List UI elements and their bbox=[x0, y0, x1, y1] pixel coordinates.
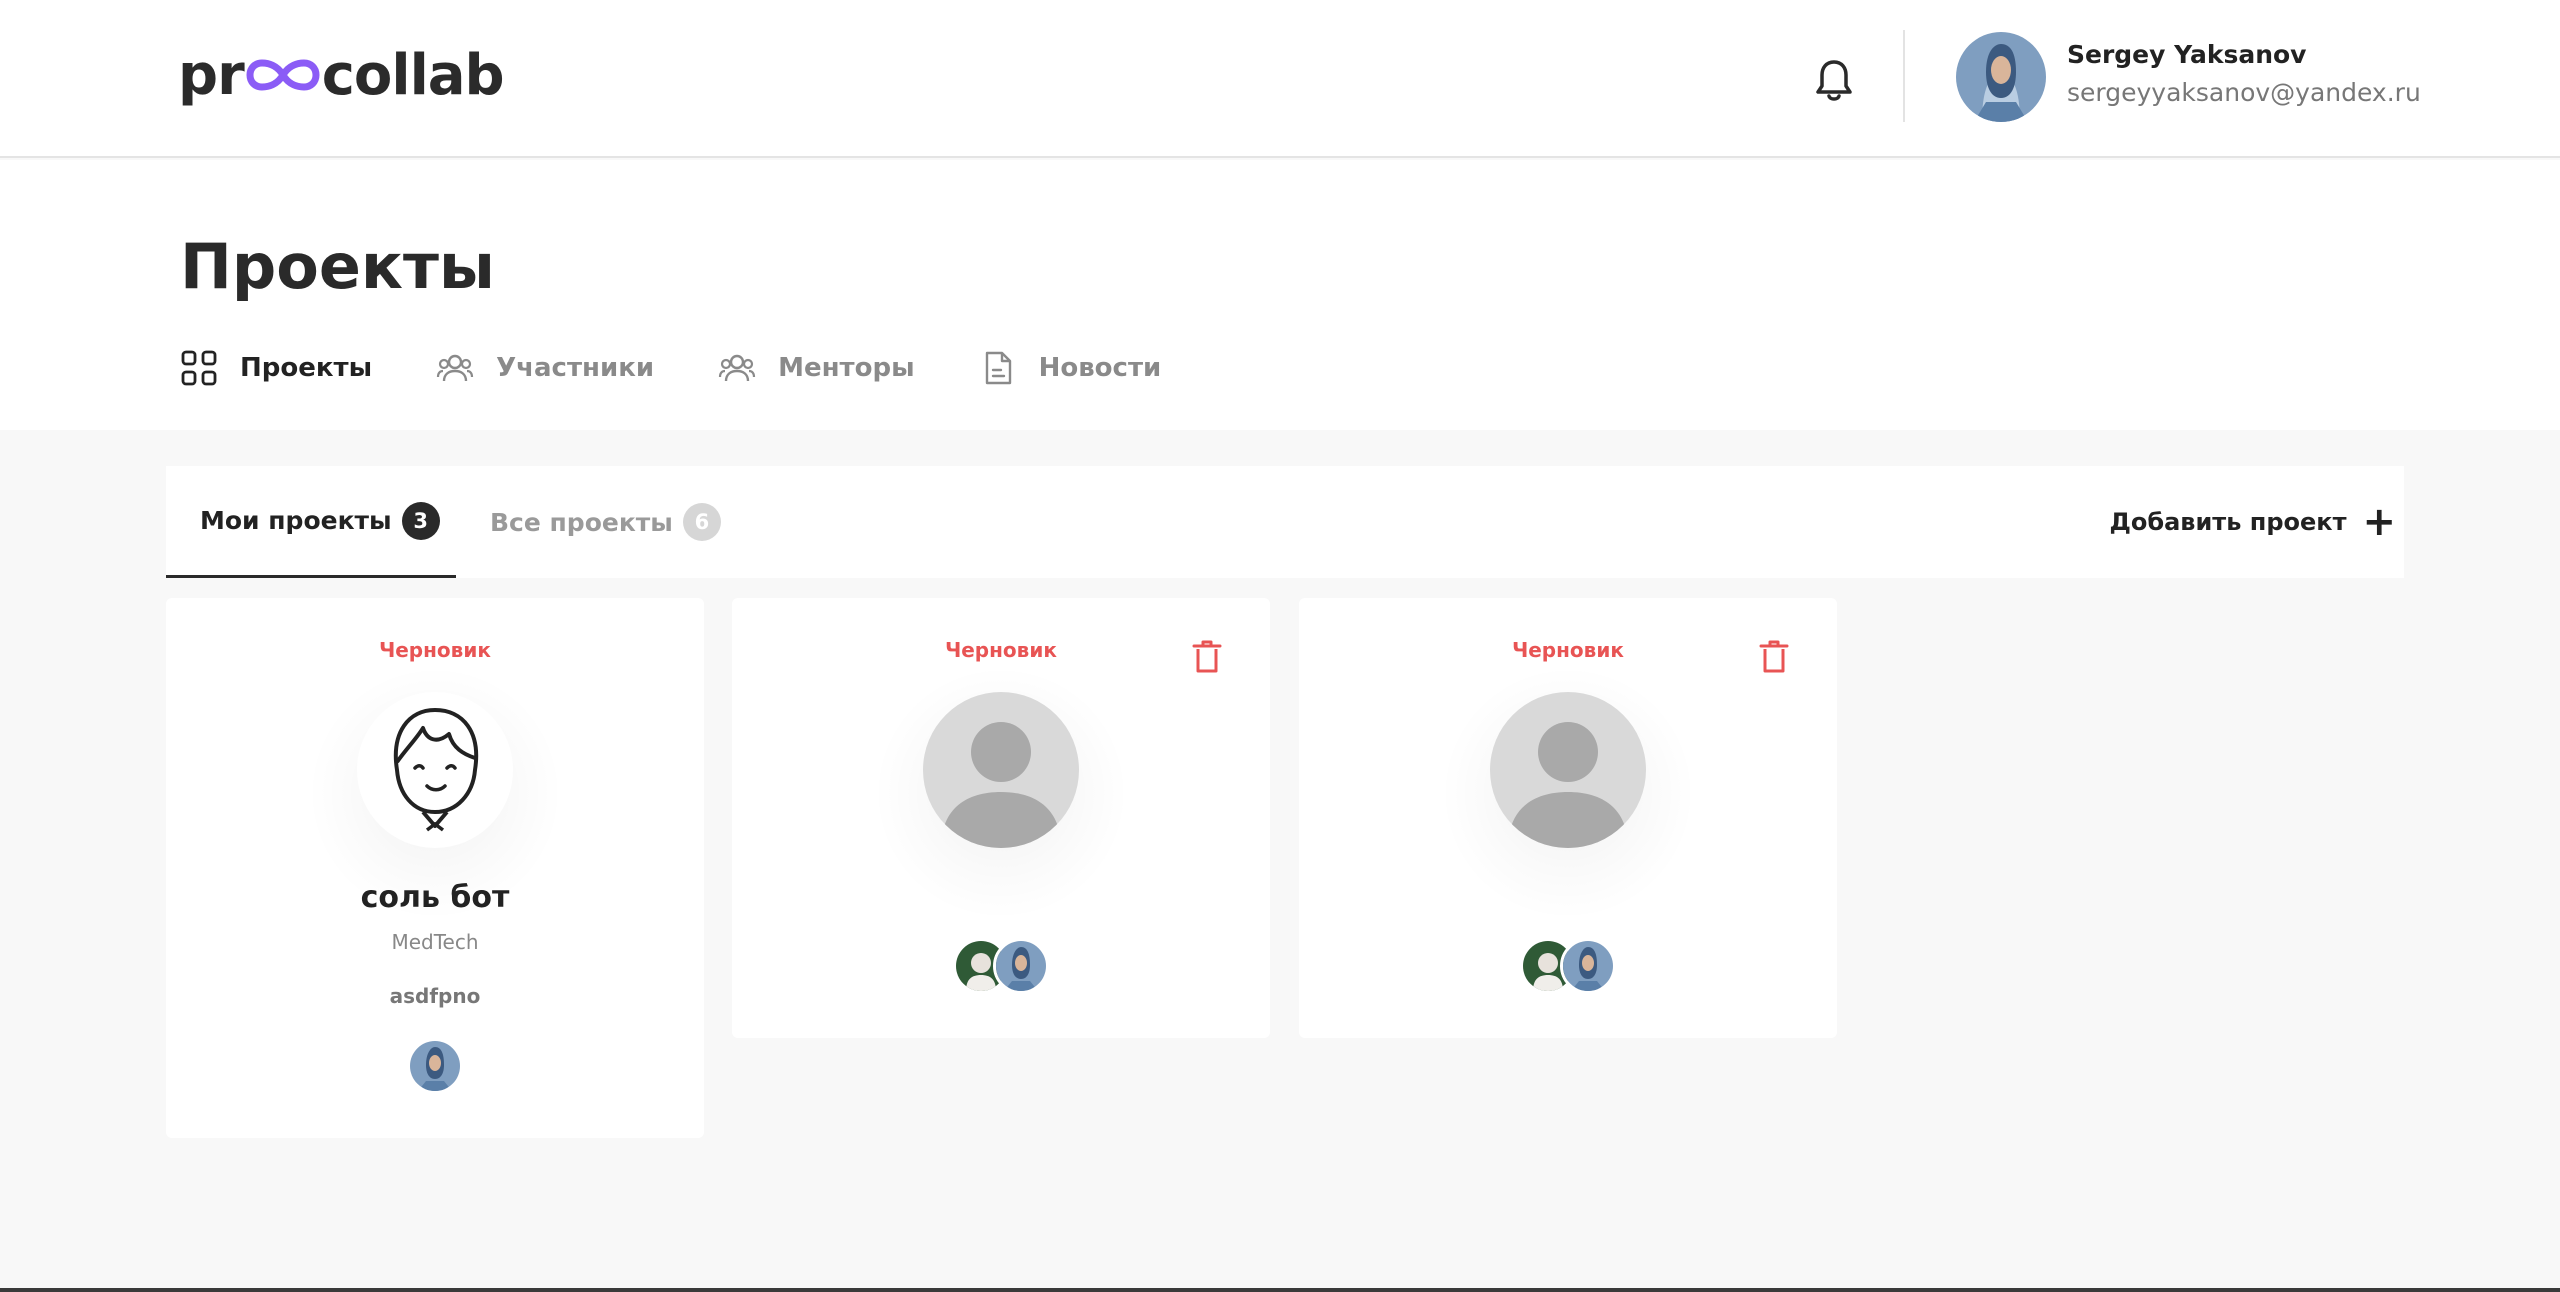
procollab-logo[interactable]: pr collab bbox=[178, 40, 505, 110]
document-icon bbox=[985, 351, 1011, 385]
trash-icon[interactable] bbox=[1192, 640, 1222, 674]
status-label: Черновик bbox=[379, 638, 491, 662]
grid-icon bbox=[181, 350, 217, 386]
project-avatar bbox=[923, 692, 1079, 848]
project-description: asdfpno bbox=[389, 984, 481, 1008]
page-header: Проекты Проекты Участники Менторы Новост… bbox=[0, 160, 2560, 430]
project-card[interactable]: Черновик соль бот MedTech asdfpno bbox=[166, 598, 704, 1138]
member-avatar[interactable] bbox=[993, 938, 1049, 994]
project-members bbox=[732, 938, 1270, 994]
member-avatar[interactable] bbox=[1560, 938, 1616, 994]
project-card[interactable]: Черновик bbox=[1299, 598, 1837, 1038]
nav-label: Новости bbox=[1038, 353, 1162, 383]
status-label: Черновик bbox=[1512, 638, 1624, 662]
count-badge: 6 bbox=[682, 503, 721, 541]
users-icon bbox=[437, 354, 474, 382]
project-members bbox=[166, 1038, 704, 1094]
nav-item-mentors[interactable]: Менторы bbox=[718, 349, 915, 387]
nav-label: Менторы bbox=[778, 353, 915, 383]
member-avatar[interactable] bbox=[407, 1038, 463, 1094]
projects-tab-bar: Мои проекты 3 Все проекты 6 Добавить про… bbox=[166, 466, 2404, 578]
user-name: Sergey Yaksanov bbox=[2067, 40, 2307, 69]
header-divider bbox=[1903, 30, 1905, 122]
count-badge: 3 bbox=[401, 501, 440, 540]
project-members bbox=[1299, 938, 1837, 994]
section-nav: Проекты Участники Менторы Новости bbox=[180, 346, 1225, 390]
project-card[interactable]: Черновик bbox=[732, 598, 1270, 1038]
bell-icon[interactable] bbox=[1812, 56, 1856, 104]
nav-label: Проекты bbox=[240, 353, 373, 383]
logo-prefix: pr bbox=[178, 42, 245, 108]
tab-my-projects[interactable]: Мои проекты 3 bbox=[166, 466, 456, 578]
placeholder-avatar-icon bbox=[1490, 692, 1646, 848]
add-project-label: Добавить проект bbox=[2109, 508, 2347, 536]
nav-item-projects[interactable]: Проекты bbox=[180, 349, 372, 387]
tab-all-projects[interactable]: Все проекты 6 bbox=[490, 466, 721, 578]
nav-label: Участники bbox=[496, 353, 655, 383]
page-title: Проекты bbox=[180, 230, 495, 303]
add-project-button[interactable]: Добавить проект + bbox=[2109, 466, 2396, 578]
project-avatar bbox=[357, 692, 513, 848]
users-icon bbox=[718, 354, 756, 382]
plus-icon: + bbox=[2362, 499, 2396, 545]
project-avatar bbox=[1490, 692, 1646, 848]
nav-item-members[interactable]: Участники bbox=[436, 349, 654, 387]
cartoon-face-icon bbox=[357, 692, 513, 848]
placeholder-avatar-icon bbox=[923, 692, 1079, 848]
logo-suffix: collab bbox=[321, 42, 505, 108]
nav-item-news[interactable]: Новости bbox=[979, 349, 1162, 387]
project-name: соль бот bbox=[360, 880, 510, 915]
trash-icon[interactable] bbox=[1759, 640, 1789, 674]
status-label: Черновик bbox=[945, 638, 1057, 662]
infinity-logo-icon bbox=[246, 59, 320, 91]
tab-label: Все проекты bbox=[490, 507, 673, 537]
user-email: sergeyyaksanov@yandex.ru bbox=[2067, 78, 2421, 107]
tab-label: Мои проекты bbox=[200, 506, 392, 535]
bottom-border bbox=[0, 1288, 2560, 1292]
top-bar: pr collab Sergey Yaksanov sergeyyaksanov… bbox=[0, 0, 2560, 158]
project-industry: MedTech bbox=[391, 930, 479, 954]
user-avatar[interactable] bbox=[1956, 32, 2046, 122]
